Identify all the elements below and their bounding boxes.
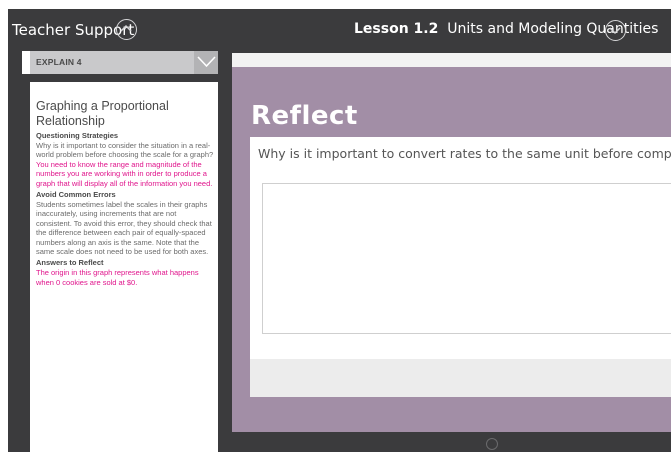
notes-title: Graphing a Proportional Relationship	[36, 99, 169, 128]
notes-paragraph: Why is it important to consider the situ…	[36, 141, 214, 188]
notes-answer-text: You need to know the range and magnitude…	[36, 159, 213, 188]
collapse-teacher-support-button[interactable]	[116, 19, 137, 40]
lesson-title: Units and Modeling Quantities	[447, 21, 659, 37]
notes-question-text: Why is it important to consider the situ…	[36, 141, 214, 160]
lesson-menu-button[interactable]	[605, 20, 626, 41]
chevron-down-icon	[197, 56, 216, 68]
notes-heading: Avoid Common Errors	[36, 190, 116, 200]
lesson-number: Lesson 1.2	[354, 21, 439, 37]
info-icon[interactable]	[486, 438, 498, 450]
chevron-up-icon	[120, 24, 132, 32]
section-selector[interactable]: EXPLAIN 4	[30, 51, 218, 74]
section-dropdown-button[interactable]	[194, 51, 219, 74]
content-top-strip	[232, 53, 671, 67]
reflect-card: Why is it important to convert rates to …	[250, 137, 671, 359]
card-footer	[250, 359, 671, 397]
chevron-down-icon	[609, 27, 621, 35]
notes-paragraph: The origin in this graph represents what…	[36, 268, 199, 287]
answer-textbox[interactable]	[262, 183, 671, 334]
top-bar: Teacher Support Lesson 1.2 Units and Mod…	[8, 9, 671, 51]
notes-heading: Questioning Strategies	[36, 131, 119, 140]
sidebar-divider	[30, 74, 218, 82]
teacher-notes: Graphing a Proportional Relationship Que…	[36, 99, 214, 287]
reflect-question: Why is it important to convert rates to …	[258, 146, 671, 161]
bottom-bar	[232, 432, 671, 452]
lesson-content: Reflect Why is it important to convert r…	[232, 53, 671, 432]
notes-paragraph: Students sometimes label the scales in t…	[36, 200, 212, 257]
notes-heading: Answers to Reflect	[36, 258, 104, 268]
section-heading: Reflect	[251, 101, 358, 131]
sidebar-gutter-right	[218, 51, 230, 452]
section-label: EXPLAIN 4	[36, 57, 82, 67]
app-frame: Teacher Support Lesson 1.2 Units and Mod…	[8, 9, 671, 452]
sidebar-gutter-left	[22, 74, 30, 452]
